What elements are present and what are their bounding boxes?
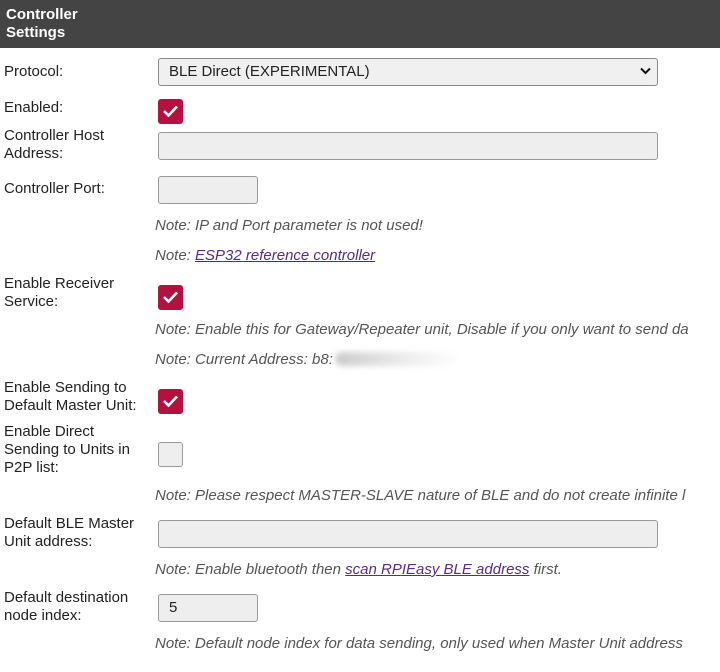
- protocol-label: Protocol:: [4, 63, 64, 80]
- send-master-label: Enable Sending to Default Master Unit:: [4, 379, 137, 414]
- note-bluetooth-suffix: first.: [529, 561, 562, 578]
- dest-node-label: Default destination node index:: [4, 589, 129, 624]
- checkmark-icon: [163, 105, 178, 118]
- master-address-label: Default BLE Master Unit address:: [4, 515, 135, 550]
- chevron-down-icon: [640, 67, 651, 75]
- note-esp32: Note: ESP32 reference controller: [155, 247, 375, 265]
- note-ip-port: Note: IP and Port parameter is not used!: [155, 217, 423, 234]
- dest-node-input[interactable]: 5: [158, 594, 258, 622]
- enabled-label: Enabled:: [4, 99, 64, 116]
- port-input[interactable]: [158, 176, 258, 204]
- checkmark-icon: [163, 395, 178, 408]
- note-bluetooth: Note: Enable bluetooth then scan RPIEasy…: [155, 561, 562, 579]
- send-master-checkbox[interactable]: [158, 389, 183, 414]
- note-current-address: Note: Current Address: b8:: [155, 351, 333, 368]
- note-p2p: Note: Please respect MASTER-SLAVE nature…: [155, 487, 686, 504]
- protocol-select[interactable]: BLE Direct (EXPERIMENTAL): [158, 58, 658, 86]
- scan-ble-address-link[interactable]: scan RPIEasy BLE address: [345, 561, 529, 578]
- settings-title: Controller Settings: [6, 6, 78, 41]
- receiver-label: Enable Receiver Service:: [4, 275, 115, 310]
- send-p2p-checkbox[interactable]: [158, 442, 183, 467]
- master-address-input[interactable]: [158, 520, 658, 548]
- send-p2p-label: Enable Direct Sending to Units in P2P li…: [4, 423, 130, 476]
- note-bluetooth-prefix: Note: Enable bluetooth then: [155, 561, 346, 578]
- esp32-reference-link[interactable]: ESP32 reference controller: [195, 247, 375, 264]
- host-input[interactable]: [158, 132, 658, 160]
- checkmark-icon: [163, 291, 178, 304]
- note-receiver: Note: Enable this for Gateway/Repeater u…: [155, 321, 689, 338]
- settings-header: Controller Settings: [0, 0, 720, 48]
- port-label: Controller Port:: [4, 180, 105, 197]
- host-label: Controller Host Address:: [4, 127, 105, 162]
- protocol-selected-value: BLE Direct (EXPERIMENTAL): [169, 63, 370, 80]
- note-node-index: Note: Default node index for data sendin…: [155, 635, 683, 652]
- enabled-checkbox[interactable]: [158, 99, 183, 124]
- redacted-address: [335, 352, 460, 366]
- note-esp32-prefix: Note:: [155, 247, 196, 264]
- receiver-checkbox[interactable]: [158, 285, 183, 310]
